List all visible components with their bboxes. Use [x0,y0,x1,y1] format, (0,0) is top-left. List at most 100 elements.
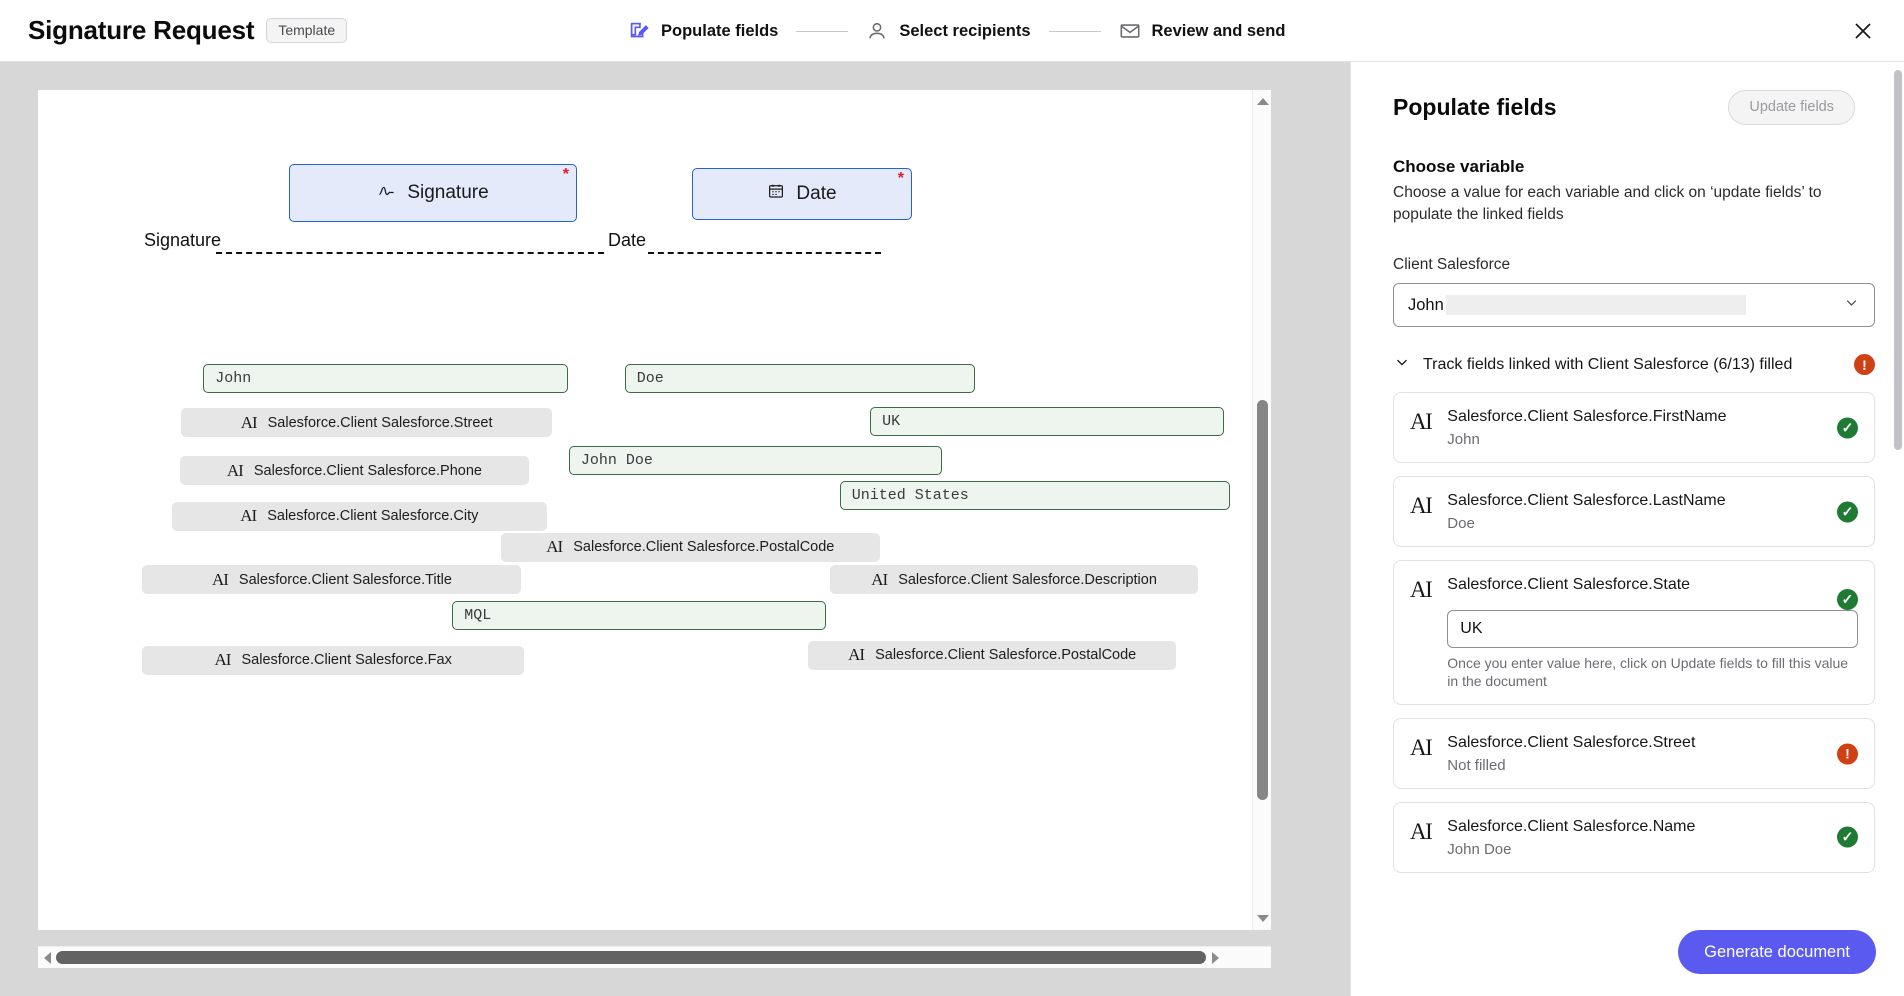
tracked-field-card[interactable]: AI Salesforce.Client Salesforce.State UK On… [1393,560,1875,706]
signature-line-label: Signature [144,230,222,250]
tracked-field-card[interactable]: AI Salesforce.Client Salesforce.LastName D… [1393,476,1875,548]
tracked-field-name: Salesforce.Client Salesforce.FirstName [1447,408,1727,426]
person-icon [866,20,888,42]
panel-scrollbar[interactable] [1894,70,1902,988]
document-horizontal-scrollbar[interactable] [38,946,1271,968]
status-ok-icon: ✓ [1837,589,1858,611]
tracked-field-input[interactable]: UK [1447,609,1858,648]
client-salesforce-select[interactable]: John [1393,283,1875,328]
document-empty-field[interactable]: AI Salesforce.Client Salesforce.PostalCod… [808,640,1177,670]
document-field-label: Salesforce.Client Salesforce.Title [238,571,452,588]
generate-document-button[interactable]: Generate document [1678,929,1876,974]
text-field-icon: AI [546,537,563,557]
document-empty-field[interactable]: AI Salesforce.Client Salesforce.Street [181,408,552,437]
document-filled-field[interactable]: Doe [624,363,975,393]
tracked-field-name: Salesforce.Client Salesforce.LastName [1447,492,1726,510]
date-placeholder-field[interactable]: Date * [692,168,912,220]
tracked-field-value: Doe [1447,515,1475,533]
client-salesforce-selected-value: John [1408,295,1444,314]
step-connector-1 [796,30,849,32]
track-fields-label: Track fields linked with Client Salesfor… [1423,355,1793,373]
date-required-marker: * [897,170,904,187]
signature-placeholder-field[interactable]: Signature * [289,164,577,222]
document-empty-field[interactable]: AI Salesforce.Client Salesforce.Title [142,565,522,595]
step-select-recipients-label: Select recipients [899,21,1031,40]
document-filled-field[interactable]: John [203,363,568,393]
document-field-label: Salesforce.Client Salesforce.PostalCode [573,539,835,556]
document-filled-field[interactable]: UK [870,406,1224,436]
step-connector-2 [1048,30,1101,32]
tracked-field-name: Salesforce.Client Salesforce.Street [1447,734,1696,752]
status-ok-icon: ✓ [1837,417,1858,439]
title-group: Signature Request Template [28,15,348,46]
update-fields-button[interactable]: Update fields [1728,90,1855,125]
status-ok-icon: ✓ [1837,501,1858,523]
date-placeholder-label: Date [796,183,837,204]
signature-required-marker: * [562,166,569,183]
step-review-and-send-label: Review and send [1151,21,1286,40]
text-field-icon: AI [211,569,229,589]
document-field-label: Doe [636,369,664,387]
edit-document-icon [628,20,650,42]
chevron-down-icon[interactable] [1393,353,1411,376]
text-field-icon: AI [871,569,888,589]
document-field-label: UK [882,412,901,430]
tracked-field-name: Salesforce.Client Salesforce.Name [1447,818,1696,835]
scroll-right-icon[interactable] [1206,951,1224,964]
tracked-field-name: Salesforce.Client Salesforce.State [1447,576,1691,594]
document-preview-pane[interactable]: Signature * Date * Signature Date John D… [0,62,1350,996]
text-field-icon: AI [226,460,244,480]
text-field-icon: AI [240,506,257,526]
document-filled-field[interactable]: United States [839,481,1230,511]
tracked-fields-list: AI Salesforce.Client Salesforce.FirstName… [1393,392,1875,873]
document-empty-field[interactable]: AI Salesforce.Client Salesforce.Phone [180,456,529,485]
panel-scroll-thumb[interactable] [1894,70,1902,450]
vertical-scroll-thumb[interactable] [1257,400,1268,800]
document-field-label: Salesforce.Client Salesforce.Description [898,571,1157,588]
tracked-field-body: Salesforce.Client Salesforce.State UK Once… [1447,575,1858,690]
document-filled-field[interactable]: John Doe [568,446,942,476]
document-empty-field[interactable]: AI Salesforce.Client Salesforce.Descripti… [830,565,1199,595]
panel-title: Populate fields [1393,93,1557,120]
tracked-field-value: John Doe [1447,840,1512,858]
status-ok-icon: ✓ [1837,826,1858,848]
document-empty-field[interactable]: AI Salesforce.Client Salesforce.PostalCod… [500,532,880,562]
panel-header: Populate fields Update fields [1393,90,1855,125]
scroll-down-icon[interactable] [1253,909,1272,928]
track-fields-section-header[interactable]: Track fields linked with Client Salesfor… [1393,353,1875,376]
signature-icon [377,181,396,206]
document-field-label: Salesforce.Client Salesforce.Fax [241,652,452,669]
step-populate-fields[interactable]: Populate fields [628,20,778,42]
step-select-recipients[interactable]: Select recipients [866,20,1031,42]
date-line-label: Date [608,230,647,250]
scroll-up-icon[interactable] [1253,92,1272,111]
step-progress-nav: Populate fields Select recipients Review… [628,0,1285,62]
scroll-left-icon[interactable] [38,951,56,964]
document-filled-field[interactable]: MQL [452,601,827,631]
text-field-icon: AI [1410,493,1433,519]
step-review-and-send[interactable]: Review and send [1119,20,1286,42]
tracked-field-body: Salesforce.Client Salesforce.Street Not f… [1447,733,1858,774]
chevron-down-icon [1843,294,1860,316]
date-rule-line [648,252,881,254]
tracked-field-hint: Once you enter value here, click on Upda… [1447,654,1849,690]
horizontal-scroll-thumb[interactable] [56,951,1206,964]
text-field-icon: AI [1410,409,1433,435]
signature-rule-line [216,252,604,254]
populate-fields-panel: Populate fields Update fields Choose var… [1350,62,1904,996]
step-populate-fields-label: Populate fields [661,21,779,40]
document-page: Signature * Date * Signature Date John D… [38,90,1271,930]
document-field-label: United States [851,487,969,505]
tracked-field-body: Salesforce.Client Salesforce.FirstName Jo… [1447,407,1858,448]
choose-variable-description: Choose a value for each variable and cli… [1393,183,1822,223]
document-vertical-scrollbar[interactable] [1252,90,1271,930]
text-field-icon: AI [1410,819,1433,844]
tracked-field-card[interactable]: AI Salesforce.Client Salesforce.Street Not… [1393,718,1875,789]
document-empty-field[interactable]: AI Salesforce.Client Salesforce.City [171,501,547,531]
document-empty-field[interactable]: AI Salesforce.Client Salesforce.Fax [142,645,524,675]
envelope-icon [1119,20,1141,42]
text-field-icon: AI [214,650,232,670]
tracked-field-card[interactable]: AI Salesforce.Client Salesforce.Name John … [1393,802,1875,873]
close-icon[interactable] [1848,16,1878,46]
tracked-field-card[interactable]: AI Salesforce.Client Salesforce.FirstName… [1393,392,1875,464]
